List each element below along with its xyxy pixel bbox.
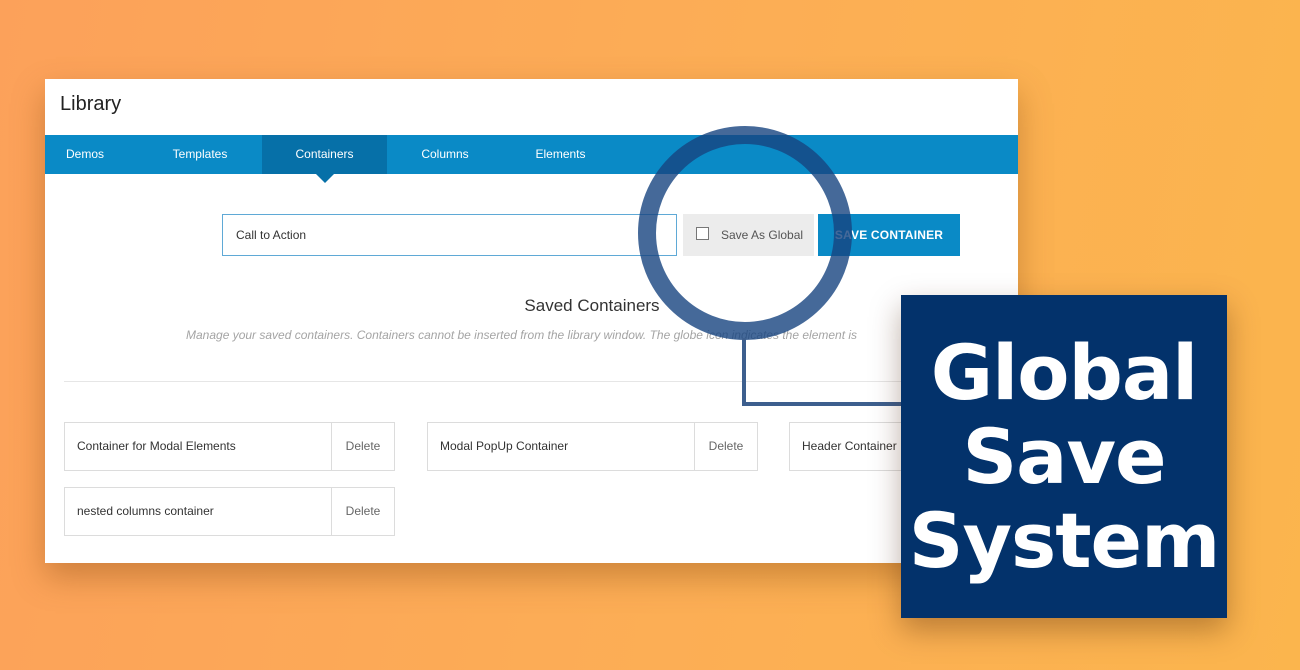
saved-containers-heading: Saved Containers xyxy=(524,296,660,315)
tab-containers-label: Containers xyxy=(295,147,354,161)
active-tab-caret xyxy=(315,174,334,183)
saved-container-name: Modal PopUp Container xyxy=(440,439,569,453)
delete-button[interactable]: Delete xyxy=(331,488,394,535)
save-as-global-toggle[interactable]: Save As Global xyxy=(683,214,814,256)
saved-container-name: Container for Modal Elements xyxy=(77,439,236,453)
global-save-callout: Global Save System xyxy=(901,295,1227,618)
save-as-global-checkbox[interactable] xyxy=(696,227,709,240)
tab-templates[interactable]: Templates xyxy=(152,135,248,174)
container-name-input[interactable] xyxy=(222,214,677,256)
delete-button[interactable]: Delete xyxy=(694,423,757,470)
saved-container-card: Container for Modal Elements Delete xyxy=(64,422,395,471)
saved-container-card: nested columns container Delete xyxy=(64,487,395,536)
saved-container-card: Modal PopUp Container Delete xyxy=(427,422,758,471)
library-title: Library xyxy=(60,93,122,115)
callout-connector-line xyxy=(742,338,902,406)
tab-demos[interactable]: Demos xyxy=(45,135,125,174)
tab-containers[interactable]: Containers xyxy=(262,135,387,183)
tab-columns[interactable]: Columns xyxy=(397,135,493,174)
saved-container-name: Header Container xyxy=(802,439,897,453)
callout-text: Global Save System xyxy=(908,327,1221,585)
save-container-button[interactable]: SAVE CONTAINER xyxy=(818,214,960,256)
save-as-global-label: Save As Global xyxy=(721,228,804,242)
saved-container-name: nested columns container xyxy=(77,504,214,518)
library-tabbar: Demos Templates Containers Columns Eleme… xyxy=(45,135,1018,183)
library-panel: Library Demos Templates Containers Colum… xyxy=(45,79,1018,563)
delete-button[interactable]: Delete xyxy=(331,423,394,470)
tab-elements[interactable]: Elements xyxy=(507,135,614,174)
